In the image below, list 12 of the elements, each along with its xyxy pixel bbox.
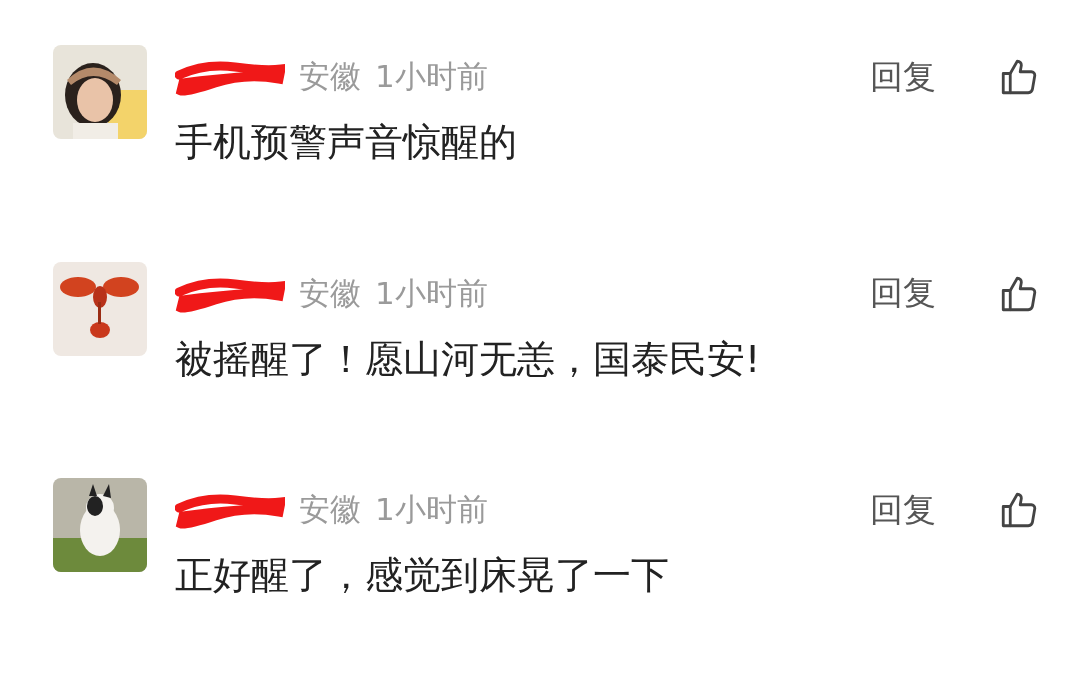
timestamp: 1小时前 — [375, 273, 488, 313]
location-label: 安徽 — [299, 490, 361, 530]
timestamp: 1小时前 — [375, 490, 488, 530]
reply-link[interactable]: 回复 — [870, 487, 936, 533]
comment-text: 被摇醒了！愿山河无恙，国泰民安! — [175, 335, 762, 383]
comment-text: 手机预警声音惊醒的 — [175, 119, 518, 166]
timestamp: 1小时前 — [375, 57, 488, 96]
location-label: 安徽 — [299, 273, 361, 313]
reply-link[interactable]: 回复 — [870, 271, 936, 317]
comment-text: 正好醒了，感觉到床晃了一下 — [175, 552, 670, 600]
reply-link[interactable]: 回复 — [870, 54, 936, 100]
location-label: 安徽 — [299, 57, 361, 96]
